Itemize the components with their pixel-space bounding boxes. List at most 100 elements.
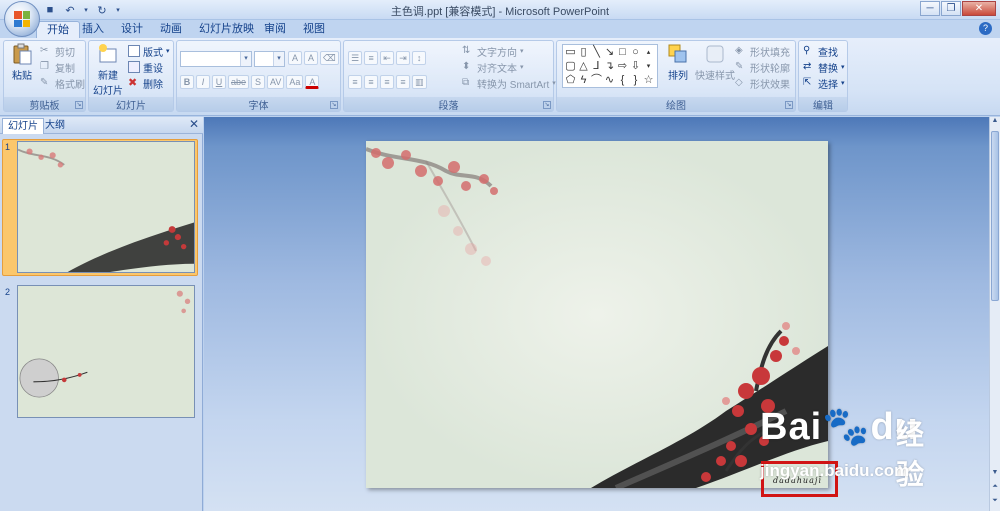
reset-button[interactable]: 重设 — [128, 60, 163, 75]
triangle-shape-icon[interactable]: △ — [577, 60, 590, 74]
arrange-button[interactable]: 排列 — [661, 43, 695, 82]
star-shape-icon[interactable]: ☆ — [642, 74, 655, 88]
slide-thumbnail-1[interactable] — [17, 141, 195, 273]
copy-icon: ❐ — [40, 61, 49, 72]
drawing-launcher-icon[interactable]: ↘ — [785, 101, 793, 109]
scroll-down-icon[interactable]: ▼ — [990, 469, 1000, 481]
clear-format-icon[interactable]: ⌫ — [320, 51, 339, 65]
text-direction-button[interactable]: ⇅ 文字方向 ▾ — [462, 44, 524, 59]
curve-shape-icon[interactable]: ∿ — [603, 74, 616, 88]
strikethrough-button[interactable]: abe — [228, 75, 250, 89]
grow-font-button[interactable]: A — [288, 51, 302, 65]
close-button[interactable]: ✕ — [962, 1, 996, 16]
increase-indent-icon[interactable]: ⇥ — [396, 51, 411, 65]
rectangle-shape-icon[interactable]: □ — [616, 46, 629, 60]
office-button[interactable] — [4, 1, 40, 37]
font-color-button[interactable]: A — [305, 75, 320, 89]
down-arrow-shape-icon[interactable]: ⇩ — [629, 60, 642, 74]
line-spacing-icon[interactable]: ↕ — [412, 51, 427, 65]
font-size-buttons: A A ⌫ — [288, 51, 339, 65]
tab-outline[interactable]: 大纲 — [40, 118, 70, 134]
align-text-label: 对齐文本 — [477, 63, 517, 75]
textbox-vertical-shape-icon[interactable]: ▯ — [577, 46, 590, 60]
panel-tabs: 幻灯片 大纲 ✕ — [0, 117, 203, 134]
gallery-scroll-up-icon[interactable]: ▴ — [642, 46, 655, 60]
elbow-arrow-shape-icon[interactable]: ↴ — [603, 60, 616, 74]
align-center-icon[interactable]: ≡ — [364, 75, 378, 89]
shape-fill-button[interactable]: ◈ 形状填充 — [735, 44, 790, 59]
tab-slideshow[interactable]: 幻灯片放映 — [189, 21, 264, 38]
tab-slides[interactable]: 幻灯片 — [2, 118, 44, 134]
help-icon[interactable]: ? — [979, 22, 992, 35]
quick-styles-button[interactable]: 快速样式 — [695, 43, 735, 82]
text-direction-label: 文字方向 — [477, 47, 517, 59]
smartart-button[interactable]: ⧉ 转换为 SmartArt ▾ — [462, 76, 556, 91]
scroll-up-icon[interactable]: ▲ — [990, 117, 1000, 129]
shape-outline-button[interactable]: ✎ 形状轮廓 — [735, 60, 790, 75]
elbow-shape-icon[interactable]: ⅃ — [590, 60, 603, 74]
arc-shape-icon[interactable]: ⌒ — [590, 74, 603, 88]
format-painter-label: 格式刷 — [55, 79, 85, 91]
shape-effects-button[interactable]: ◇ 形状效果 — [735, 76, 790, 91]
format-painter-button[interactable]: ✎ 格式刷 — [40, 76, 85, 91]
underline-button[interactable]: U — [212, 75, 226, 89]
tab-review[interactable]: 审阅 — [254, 21, 296, 38]
shapes-gallery[interactable]: ▭ ▯ ╲ ↘ □ ○ ▴ ▢ △ ⅃ ↴ ⇨ ⇩ ▾ ⬠ ϟ ⌒ ∿ { } … — [562, 44, 658, 88]
pentagon-shape-icon[interactable]: ⬠ — [564, 74, 577, 88]
char-spacing-button[interactable]: AV — [267, 75, 285, 89]
tab-view[interactable]: 视图 — [293, 21, 335, 38]
layout-button[interactable]: 版式 ▾ — [128, 44, 170, 59]
italic-button[interactable]: I — [196, 75, 210, 89]
oval-shape-icon[interactable]: ○ — [629, 46, 642, 60]
right-brace-shape-icon[interactable]: } — [629, 74, 642, 88]
textbox-shape-icon[interactable]: ▭ — [564, 46, 577, 60]
cut-button[interactable]: ✂ 剪切 — [40, 44, 75, 59]
select-button[interactable]: ⇱ 选择 ▾ — [803, 76, 845, 91]
bullets-icon[interactable]: ☰ — [348, 51, 363, 65]
tab-design[interactable]: 设计 — [111, 21, 153, 38]
clipboard-launcher-icon[interactable]: ↘ — [75, 101, 83, 109]
find-button[interactable]: ⚲ 查找 — [803, 44, 838, 59]
tab-animation[interactable]: 动画 — [150, 21, 192, 38]
arrow-line-shape-icon[interactable]: ↘ — [603, 46, 616, 60]
copy-label: 复制 — [55, 63, 75, 75]
restore-button[interactable]: ❐ — [941, 1, 961, 16]
paragraph-launcher-icon[interactable]: ↘ — [543, 101, 551, 109]
slide-editor[interactable] — [366, 141, 828, 488]
left-brace-shape-icon[interactable]: { — [616, 74, 629, 88]
font-size-combo[interactable]: ▾ — [254, 51, 285, 67]
decrease-indent-icon[interactable]: ⇤ — [380, 51, 395, 65]
scrollbar-thumb[interactable] — [991, 131, 999, 301]
align-left-icon[interactable]: ≡ — [348, 75, 362, 89]
copy-button[interactable]: ❐ 复制 — [40, 60, 75, 75]
right-arrow-shape-icon[interactable]: ⇨ — [616, 60, 629, 74]
columns-icon[interactable]: ▥ — [412, 75, 427, 89]
gallery-scroll-down-icon[interactable]: ▾ — [642, 60, 655, 74]
paste-button[interactable]: 粘贴 — [7, 43, 37, 82]
slide-number-2: 2 — [5, 287, 11, 297]
align-right-icon[interactable]: ≡ — [380, 75, 394, 89]
bold-button[interactable]: B — [180, 75, 194, 89]
shadow-button[interactable]: S — [251, 75, 266, 89]
vertical-scrollbar[interactable]: ▲ ▼ ⏶ ⏷ — [989, 117, 1000, 511]
slide-thumbnail-2[interactable] — [17, 285, 195, 418]
justify-icon[interactable]: ≡ — [396, 75, 410, 89]
align-text-button[interactable]: ⬍ 对齐文本 ▾ — [462, 60, 524, 75]
prev-slide-icon[interactable]: ⏶ — [990, 483, 1000, 495]
numbering-icon[interactable]: ≡ — [364, 51, 379, 65]
shrink-font-button[interactable]: A — [304, 51, 318, 65]
next-slide-icon[interactable]: ⏷ — [990, 497, 1000, 509]
rounded-rect-shape-icon[interactable]: ▢ — [564, 60, 577, 74]
line-shape-icon[interactable]: ╲ — [590, 46, 603, 60]
panel-close-icon[interactable]: ✕ — [189, 117, 199, 131]
delete-button[interactable]: ✖ 删除 — [128, 76, 163, 91]
change-case-button[interactable]: Aa — [286, 75, 304, 89]
lightning-shape-icon[interactable]: ϟ — [577, 74, 590, 88]
tab-insert[interactable]: 插入 — [72, 21, 114, 38]
replace-button[interactable]: ⇄ 替换 ▾ — [803, 60, 845, 75]
font-launcher-icon[interactable]: ↘ — [330, 101, 338, 109]
align-buttons: ≡ ≡ ≡ ≡ ▥ — [348, 75, 427, 89]
font-name-combo[interactable]: ▾ — [180, 51, 252, 67]
minimize-button[interactable]: ─ — [920, 1, 940, 16]
new-slide-button[interactable]: 新建 幻灯片 — [91, 43, 125, 97]
